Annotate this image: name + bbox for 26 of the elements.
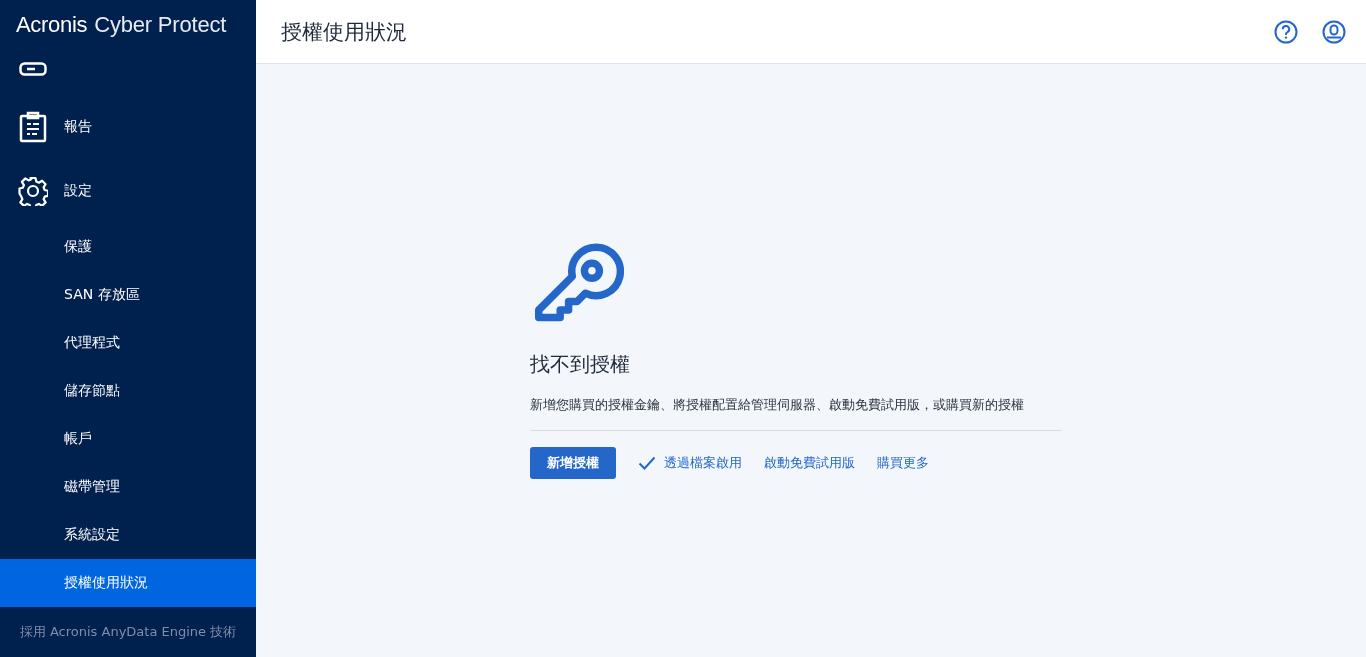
check-icon xyxy=(638,456,656,470)
sidebar-item[interactable]: 報告 xyxy=(0,95,256,159)
activate-link[interactable]: 透過檔案啟用 xyxy=(638,454,742,472)
help-icon[interactable] xyxy=(1274,19,1298,44)
clipboard-icon xyxy=(18,111,48,143)
settings-icon xyxy=(18,176,48,206)
sidebar-item[interactable]: 保護 xyxy=(0,223,256,271)
sidebar-item[interactable]: 授權使用狀況 xyxy=(0,559,256,607)
sidebar-item[interactable]: 儲存節點 xyxy=(0,367,256,415)
user-icon[interactable] xyxy=(1322,19,1346,44)
footer-text: 採用 Acronis AnyData Engine 技術 xyxy=(18,623,238,641)
sidebar-item[interactable]: 系統設定 xyxy=(0,511,256,559)
sidebar-item[interactable]: 設定 xyxy=(0,159,256,223)
sidebar-item[interactable]: 磁帶管理 xyxy=(0,463,256,511)
action-link[interactable]: 購買更多 xyxy=(877,454,929,472)
add-license-button[interactable]: 新增授權 xyxy=(530,447,616,479)
empty-description: 新增您購買的授權金鑰、將授權配置給管理伺服器、啟動免費試用版，或購買新的授權 xyxy=(530,396,1025,414)
page-title: 授權使用狀況 xyxy=(281,18,407,46)
empty-title: 找不到授權 xyxy=(530,351,631,378)
sidebar-item[interactable]: SAN 存放區 xyxy=(0,271,256,319)
action-link[interactable]: 啟動免費試用版 xyxy=(764,454,855,472)
drive-icon xyxy=(18,62,48,76)
sidebar-item[interactable]: 代理程式 xyxy=(0,319,256,367)
product-name: Cyber Protect xyxy=(94,12,227,38)
brand-name: Acronis xyxy=(16,12,88,38)
sidebar-item[interactable]: 帳戶 xyxy=(0,415,256,463)
